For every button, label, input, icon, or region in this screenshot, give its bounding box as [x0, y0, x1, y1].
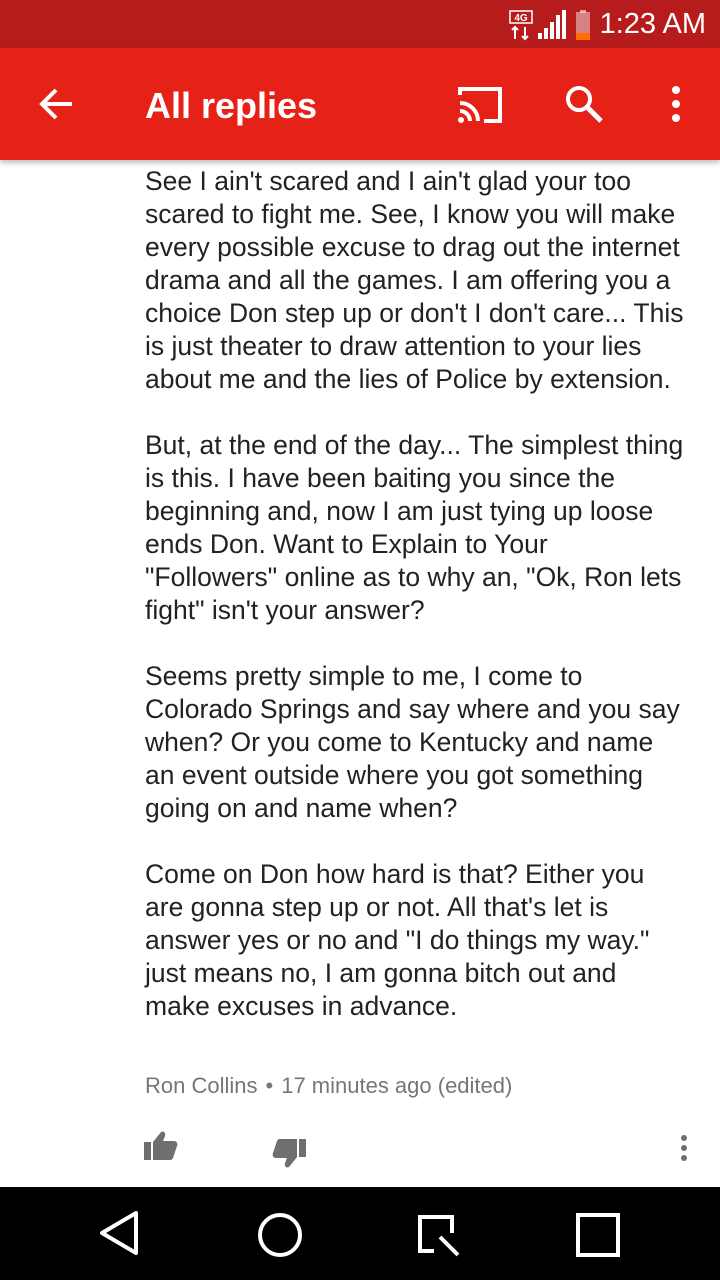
comment-paragraph: See I ain't scared and I ain't glad your… [145, 166, 684, 394]
back-arrow-icon [39, 88, 72, 120]
back-button[interactable] [36, 84, 76, 129]
signal-icon [538, 10, 566, 39]
status-icons: 4G [508, 9, 596, 46]
recents-square-icon [418, 1215, 460, 1257]
comment-paragraph: But, at the end of the day... The simple… [145, 430, 684, 625]
navigation-bar [0, 1187, 720, 1280]
comment-meta: Ron Collins • 17 minutes ago (edited) [145, 1072, 512, 1100]
back-triangle-icon [100, 1211, 138, 1255]
more-vert-icon [681, 1135, 687, 1161]
thumb-down-icon [272, 1139, 306, 1168]
network-4g-icon: 4G [509, 10, 533, 41]
dislike-button[interactable] [271, 1137, 307, 1174]
search-button[interactable] [564, 84, 604, 129]
comment-timestamp: 17 minutes ago (edited) [281, 1073, 513, 1098]
search-icon [566, 86, 603, 123]
nav-overview-button[interactable] [574, 1211, 622, 1264]
app-bar: All replies [0, 48, 720, 160]
comment-paragraph: Come on Don how hard is that? Either you… [145, 859, 650, 1021]
overview-square-icon [576, 1213, 620, 1257]
thumb-up-icon [144, 1131, 178, 1160]
like-button[interactable] [143, 1130, 179, 1167]
nav-recents-button[interactable] [414, 1211, 464, 1264]
page-title: All replies [145, 85, 318, 126]
nav-home-button[interactable] [256, 1211, 304, 1264]
battery-low-icon [576, 10, 590, 40]
status-time: 1:23 AM [599, 8, 706, 40]
meta-separator: • [265, 1073, 274, 1098]
status-bar: 4G 1:23 AM [0, 0, 720, 48]
comment-text: See I ain't scared and I ain't glad your… [145, 165, 685, 1056]
more-options-button[interactable] [666, 84, 686, 129]
more-vert-icon [672, 86, 680, 122]
cast-button[interactable] [456, 85, 504, 130]
home-circle-icon [258, 1213, 302, 1257]
comment-paragraph: Seems pretty simple to me, I come to Col… [145, 661, 680, 823]
cast-icon [458, 87, 502, 123]
comment-more-button[interactable] [676, 1133, 692, 1168]
nav-back-button[interactable] [96, 1209, 144, 1262]
svg-text:4G: 4G [514, 13, 528, 24]
author-name[interactable]: Ron Collins [145, 1073, 258, 1098]
